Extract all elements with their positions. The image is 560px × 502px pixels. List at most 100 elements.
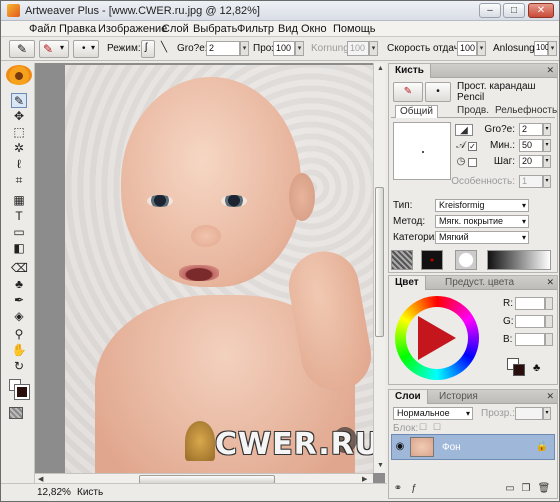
eraser-tool-icon[interactable]: ⌫ <box>11 261 28 276</box>
panel-close-icon[interactable]: ✕ <box>546 391 554 402</box>
layer-row[interactable]: ◉ Фон 🔒 <box>391 434 555 460</box>
menu-image[interactable]: Изображение <box>98 23 167 35</box>
link-icon[interactable]: ⚭ <box>391 482 405 495</box>
close-button[interactable]: ✕ <box>528 3 554 18</box>
lock-all-checkbox[interactable]: ☐ <box>433 422 441 433</box>
scroll-up-icon[interactable]: ▲ <box>377 65 384 72</box>
eyedropper-tool-icon[interactable]: ✒ <box>11 293 27 308</box>
pattern-texture-swatch[interactable] <box>455 250 477 270</box>
move-tool-icon[interactable]: ✥ <box>11 109 27 124</box>
fill-tool-icon[interactable]: ◈ <box>11 309 27 324</box>
new-folder-icon[interactable]: ▭ <box>503 482 517 495</box>
min-field[interactable]: 50 <box>519 139 543 152</box>
grain-texture-swatch[interactable] <box>421 250 443 270</box>
tab-history[interactable]: История <box>433 390 484 404</box>
color-triangle[interactable] <box>418 316 456 360</box>
menu-layer[interactable]: Слой <box>162 23 189 35</box>
feature-field[interactable]: 1 <box>519 175 543 188</box>
type-select[interactable]: Kreisformig ▾ <box>435 199 529 212</box>
category-select[interactable]: Мягкий ▾ <box>435 231 529 244</box>
scroll-left-icon[interactable]: ◀ <box>38 475 43 483</box>
color-wheel[interactable] <box>395 296 479 380</box>
menu-file[interactable]: Файл <box>29 23 56 35</box>
clone-tool-icon[interactable]: ♣ <box>11 277 27 292</box>
eye-visibility-icon[interactable]: ◉ <box>394 441 406 453</box>
vertical-scrollbar[interactable]: ▲ ▼ <box>373 63 385 473</box>
brush-category-button[interactable]: ✎ <box>393 82 423 102</box>
layer-opacity-spin-icon[interactable]: ▾ <box>543 407 551 420</box>
maximize-button[interactable]: □ <box>503 3 525 18</box>
antialias-spin-icon[interactable]: ▾ <box>548 41 557 56</box>
menu-select[interactable]: Выбрать <box>193 23 237 35</box>
lock-transparency-checkbox[interactable]: ☐ <box>419 422 427 433</box>
g-field[interactable] <box>515 315 545 328</box>
text-tool-icon[interactable]: T <box>11 209 27 224</box>
new-layer-icon[interactable]: ❐ <box>519 482 533 495</box>
step-checkbox[interactable] <box>468 158 477 167</box>
foreground-color-swatch[interactable] <box>14 384 30 400</box>
flow-spin-icon[interactable]: ▾ <box>477 41 486 56</box>
opacity-spin-icon[interactable]: ▾ <box>295 41 304 56</box>
step-spin-icon[interactable]: ▾ <box>543 155 551 168</box>
brush-size-field[interactable]: 2 <box>519 123 543 136</box>
min-checkbox[interactable]: ✓ <box>468 142 477 151</box>
rect-select-tool-icon[interactable]: ⬚ <box>11 125 27 140</box>
method-select[interactable]: Мягк. покрытие ▾ <box>435 215 529 228</box>
brush-variant-button[interactable]: • <box>425 82 451 102</box>
mode-line-button[interactable]: ╲ <box>157 40 171 58</box>
panel-close-icon[interactable]: ✕ <box>546 277 554 288</box>
magic-wand-tool-icon[interactable]: ✲ <box>11 141 27 156</box>
rotate-tool-icon[interactable]: ↻ <box>11 359 27 374</box>
antialias-field[interactable]: 100 <box>534 41 549 56</box>
menu-help[interactable]: Помощь <box>333 23 376 35</box>
flow-field[interactable]: 100 <box>457 41 477 56</box>
menu-view[interactable]: Вид <box>278 23 298 35</box>
menu-filter[interactable]: Фильтр <box>237 23 274 35</box>
feature-spin-icon[interactable]: ▾ <box>543 175 551 188</box>
paper-texture-swatch[interactable] <box>9 407 23 419</box>
mode-curve-button[interactable]: ʃ <box>141 40 155 58</box>
opacity-field[interactable]: 100 <box>273 41 295 56</box>
brush-tip-button[interactable]: • ▾ <box>73 40 99 58</box>
brush-size-spin-icon[interactable]: ▾ <box>543 123 551 136</box>
blend-mode-select[interactable]: Нормальное ▾ <box>393 407 473 420</box>
g-spin-icon[interactable] <box>545 315 553 328</box>
r-spin-icon[interactable] <box>545 297 553 310</box>
tab-general[interactable]: Общий <box>395 105 438 118</box>
brush-tool-icon[interactable]: ✎ <box>11 93 27 108</box>
hand-tool-icon[interactable]: ✋ <box>11 343 27 358</box>
foreground-color-swatch[interactable] <box>513 364 525 376</box>
scroll-down-icon[interactable]: ▼ <box>377 462 384 469</box>
size-spin-icon[interactable]: ▾ <box>240 41 249 56</box>
size-field[interactable]: 2 <box>206 41 240 56</box>
vertical-scroll-thumb[interactable] <box>375 187 384 337</box>
minimize-button[interactable]: – <box>479 3 501 18</box>
tool-preset-button[interactable]: ✎ <box>9 40 35 58</box>
tab-texture[interactable]: Рельефность <box>491 105 560 118</box>
gradient-tool-icon[interactable]: ◧ <box>11 241 27 256</box>
brush-select-button[interactable]: ✎ ▾ <box>39 40 69 58</box>
r-field[interactable] <box>515 297 545 310</box>
b-spin-icon[interactable] <box>545 333 553 346</box>
tab-color[interactable]: Цвет <box>389 276 426 290</box>
lasso-tool-icon[interactable]: ℓ <box>11 157 27 172</box>
min-spin-icon[interactable]: ▾ <box>543 139 551 152</box>
panel-close-icon[interactable]: ✕ <box>546 65 554 76</box>
rectangle-tool-icon[interactable]: ▭ <box>11 225 27 240</box>
crop-tool-icon[interactable]: ⌗ <box>11 173 27 188</box>
tab-color-presets[interactable]: Предуст. цвета <box>439 276 520 290</box>
grain-spin-icon[interactable]: ▾ <box>369 41 378 56</box>
tab-brush[interactable]: Кисть <box>389 64 431 78</box>
paper-texture-swatch[interactable] <box>391 250 413 270</box>
layer-opacity-field[interactable] <box>515 407 543 420</box>
delete-layer-icon[interactable]: 🗑 <box>537 482 551 495</box>
tab-advanced[interactable]: Продв. <box>453 105 493 118</box>
canvas-image[interactable]: CWER.RU <box>65 65 373 473</box>
menu-window[interactable]: Окно <box>301 23 327 35</box>
swap-colors-icon[interactable]: ♣ <box>533 362 540 374</box>
grain-field[interactable]: 100 <box>347 41 369 56</box>
tab-layers[interactable]: Слои <box>389 390 428 404</box>
gradient-swatch[interactable] <box>487 250 551 270</box>
brush-shape-icon[interactable]: ◢ <box>455 124 473 136</box>
b-field[interactable] <box>515 333 545 346</box>
